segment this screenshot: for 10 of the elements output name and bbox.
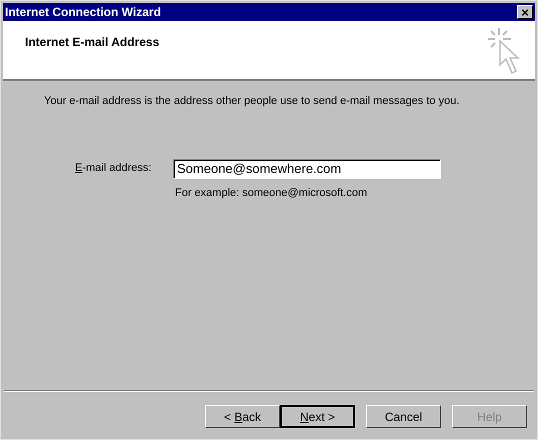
wizard-button[interactable]: Next > [280,405,355,428]
email-field[interactable]: Someone@somewhere.com [173,158,441,178]
intro-text: Your e-mail address is the address other people use to send e-mail messages to you. [44,94,460,109]
wizard-button[interactable]: < Back [205,405,280,428]
close-button[interactable]: × [517,5,533,19]
example-hint: For example: someone@microsoft.com [175,186,368,200]
page-heading: Internet E-mail Address [25,34,160,51]
wizard-button[interactable]: Cancel [366,405,441,428]
window-title: Internet Connection Wizard [5,4,161,21]
email-label: E-mail address: [75,161,152,176]
